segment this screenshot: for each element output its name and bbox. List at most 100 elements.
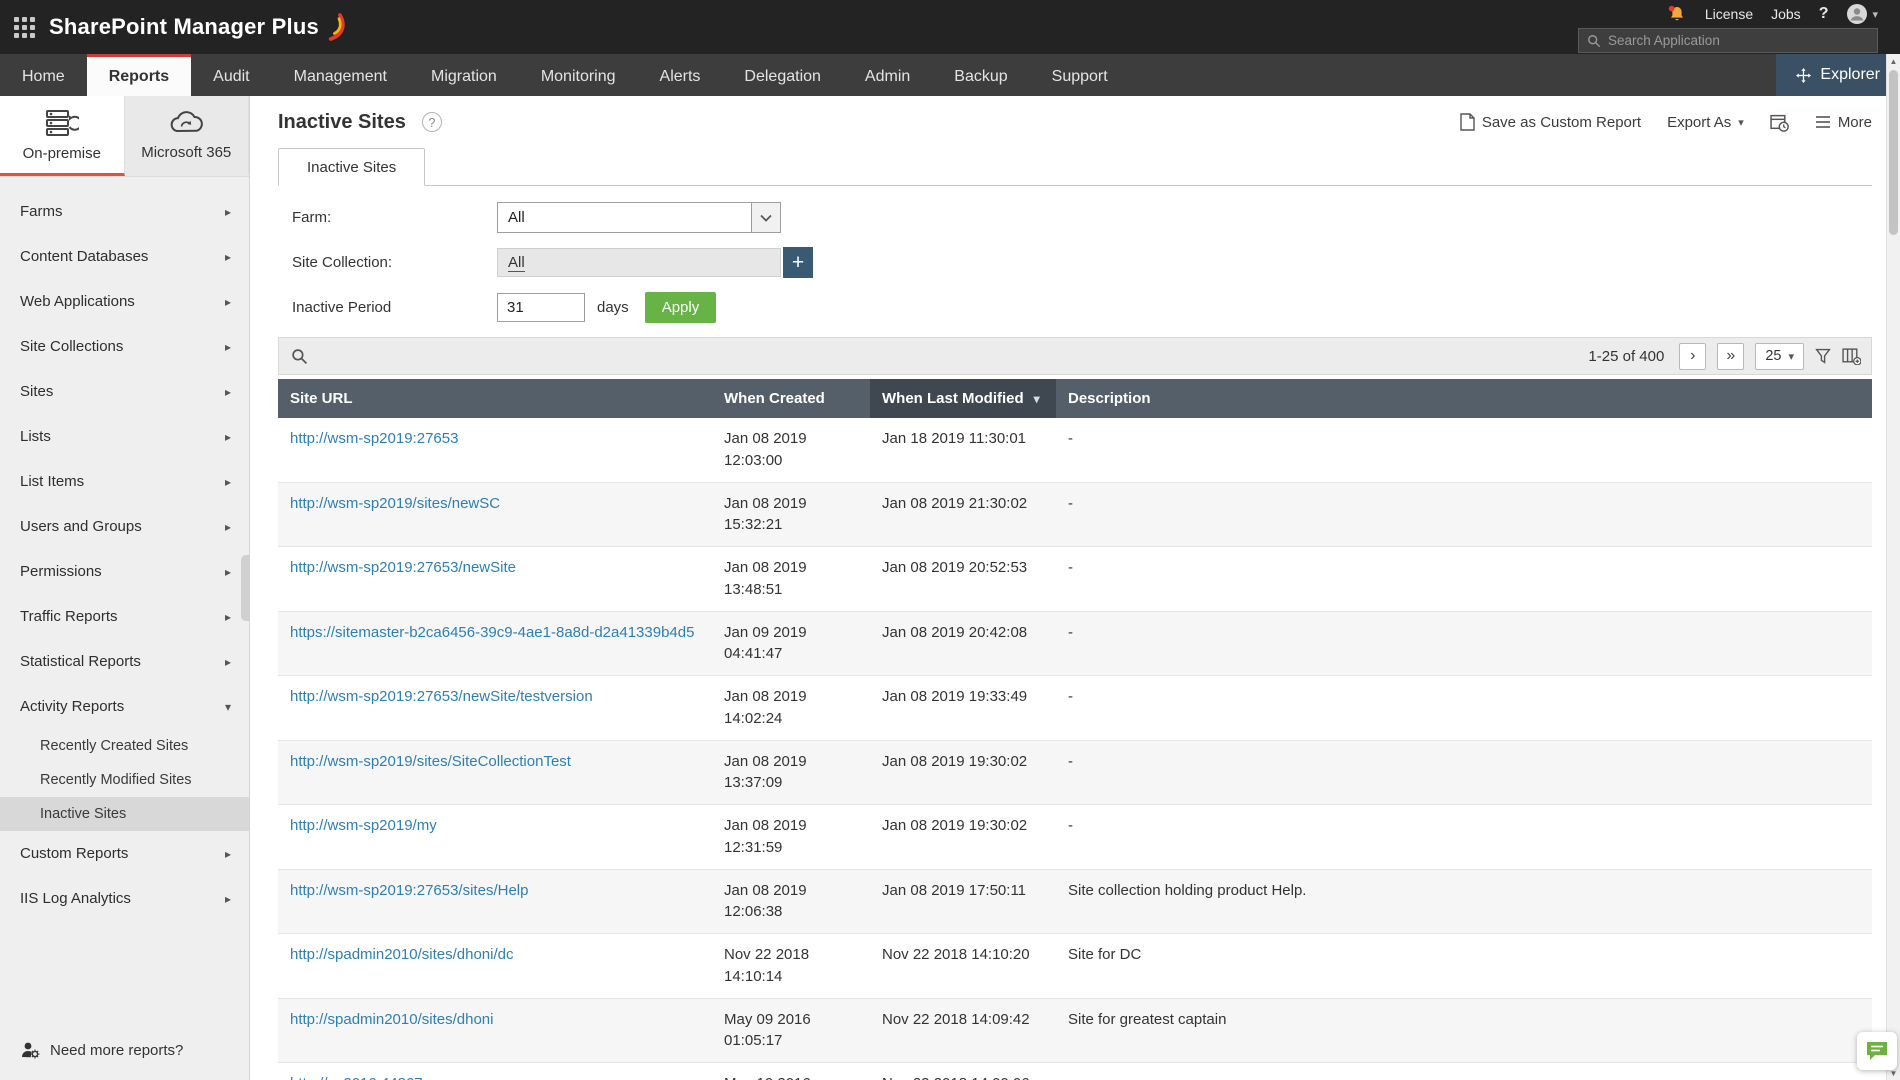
site-url-link[interactable]: http://wsm-sp2019:27653/newSite/testvers… (290, 688, 593, 705)
nav-tab-support[interactable]: Support (1030, 54, 1130, 96)
nav-tab-migration[interactable]: Migration (409, 54, 519, 96)
site-url-cell: http://sp2016:44867 (278, 1062, 712, 1080)
site-url-link[interactable]: http://wsm-sp2019/sites/SiteCollectionTe… (290, 753, 571, 770)
filter-funnel-icon[interactable] (1815, 348, 1831, 364)
feedback-chat-button[interactable] (1857, 1032, 1897, 1070)
save-as-custom-report-button[interactable]: Save as Custom Report (1460, 113, 1641, 131)
nav-tab-home[interactable]: Home (0, 54, 87, 96)
page-help-icon[interactable]: ? (421, 112, 442, 132)
description-cell: - (1056, 1062, 1872, 1080)
sidebar-item-list-items[interactable]: List Items ▸ (0, 459, 249, 504)
need-more-reports[interactable]: Need more reports? (0, 1024, 249, 1080)
jobs-link[interactable]: Jobs (1771, 6, 1801, 22)
page-size-select[interactable]: 25 ▾ (1755, 342, 1804, 370)
sidebar-subitem-recently-created-sites[interactable]: Recently Created Sites (0, 729, 249, 763)
notification-bell-icon[interactable] (1667, 4, 1687, 24)
sidebar-item-web-applications[interactable]: Web Applications ▸ (0, 279, 249, 324)
site-url-link[interactable]: http://wsm-sp2019/sites/newSC (290, 495, 500, 512)
explorer-icon (1796, 67, 1812, 83)
table-search-icon[interactable] (291, 348, 308, 365)
column-header-site-url[interactable]: Site URL (278, 379, 712, 418)
schedule-report-button[interactable] (1770, 113, 1789, 132)
sidebar-item-iis-log-analytics[interactable]: IIS Log Analytics ▸ (0, 876, 249, 921)
farm-select[interactable]: All (497, 202, 781, 233)
nav-tab-backup[interactable]: Backup (932, 54, 1029, 96)
microsoft-365-cloud-icon (170, 110, 204, 132)
site-url-link[interactable]: http://wsm-sp2019:27653 (290, 430, 458, 447)
vertical-scrollbar[interactable]: ▲ ▼ (1886, 54, 1900, 1080)
scroll-up-icon[interactable]: ▲ (1887, 54, 1900, 68)
column-header-when-created[interactable]: When Created (712, 379, 870, 418)
site-url-cell: https://sitemaster-b2ca6456-39c9-4ae1-8a… (278, 611, 712, 676)
pagination-range: 1-25 of 400 (1588, 347, 1665, 365)
when-last-modified-cell: Nov 22 2018 14:10:20 (870, 933, 1056, 999)
column-header-when-last-modified[interactable]: When Last Modified ▾ (870, 379, 1056, 418)
sidebar-item-users-and-groups[interactable]: Users and Groups ▸ (0, 504, 249, 549)
nav-tab-management[interactable]: Management (272, 54, 409, 96)
topbar: SharePoint Manager Plus License Jobs ? ▾… (0, 0, 1900, 54)
nav-tab-reports[interactable]: Reports (86, 54, 192, 96)
tab-inactive-sites[interactable]: Inactive Sites (278, 148, 426, 186)
sidebar-subitem-inactive-sites[interactable]: Inactive Sites (0, 797, 249, 831)
sidebar-item-sites[interactable]: Sites ▸ (0, 369, 249, 414)
table-row: http://sp2016:44867 May 10 201623:20:43No… (278, 1062, 1872, 1080)
sidebar-item-site-collections[interactable]: Site Collections ▸ (0, 324, 249, 369)
scrollbar-thumb[interactable] (1889, 70, 1898, 235)
explorer-button[interactable]: Explorer (1776, 54, 1900, 96)
site-collection-field[interactable]: All (497, 248, 781, 277)
last-page-button[interactable]: » (1717, 342, 1745, 370)
when-last-modified-cell: Jan 18 2019 11:30:01 (870, 418, 1056, 483)
mode-tab-on-premise[interactable]: On-premise (0, 96, 125, 176)
nav-tab-monitoring[interactable]: Monitoring (519, 54, 638, 96)
chevron-right-icon: ▸ (224, 654, 231, 669)
more-button[interactable]: More (1815, 114, 1872, 131)
license-link[interactable]: License (1705, 6, 1753, 22)
chevron-right-icon: ▸ (224, 474, 231, 489)
nav-tab-alerts[interactable]: Alerts (638, 54, 723, 96)
sidebar-collapse-handle[interactable] (241, 555, 250, 621)
column-chooser-icon[interactable] (1842, 347, 1861, 365)
application-search[interactable] (1578, 28, 1878, 53)
mode-tab-microsoft-365[interactable]: Microsoft 365 (124, 96, 249, 176)
chevron-down-icon: ▾ (1738, 116, 1744, 129)
sidebar-item-traffic-reports[interactable]: Traffic Reports ▸ (0, 594, 249, 639)
site-url-link[interactable]: http://spadmin2010/sites/dhoni/dc (290, 946, 513, 963)
sidebar-item-label: IIS Log Analytics (20, 890, 131, 907)
site-collection-value[interactable]: All (508, 254, 525, 272)
description-cell: - (1056, 611, 1872, 676)
sidebar-item-lists[interactable]: Lists ▸ (0, 414, 249, 459)
site-url-cell: http://spadmin2010/sites/dhoni/dc (278, 933, 712, 999)
site-url-link[interactable]: http://sp2016:44867 (290, 1075, 423, 1080)
help-link[interactable]: ? (1819, 5, 1829, 23)
export-as-button[interactable]: Export As ▾ (1667, 114, 1744, 131)
nav-tab-admin[interactable]: Admin (843, 54, 932, 96)
sidebar-item-permissions[interactable]: Permissions ▸ (0, 549, 249, 594)
site-url-link[interactable]: https://sitemaster-b2ca6456-39c9-4ae1-8a… (290, 624, 694, 641)
add-site-collection-button[interactable]: + (783, 247, 813, 278)
search-input[interactable] (1608, 33, 1869, 48)
nav-tab-delegation[interactable]: Delegation (722, 54, 843, 96)
nav-tab-audit[interactable]: Audit (191, 54, 271, 96)
report-table: Site URL When Created When Last Modified ▾ D… (278, 379, 1872, 1080)
column-header-description[interactable]: Description (1056, 379, 1872, 418)
when-created-cell: Jan 08 2019 12:03:00 (712, 418, 870, 483)
when-last-modified-cell: Jan 08 2019 19:30:02 (870, 804, 1056, 870)
chevron-down-icon[interactable] (751, 203, 780, 232)
next-page-button[interactable]: › (1679, 342, 1707, 370)
sidebar-subitem-recently-modified-sites[interactable]: Recently Modified Sites (0, 763, 249, 797)
sidebar-item-statistical-reports[interactable]: Statistical Reports ▸ (0, 639, 249, 684)
sidebar-item-custom-reports[interactable]: Custom Reports ▸ (0, 831, 249, 876)
sidebar-item-farms[interactable]: Farms ▸ (0, 189, 249, 234)
site-url-link[interactable]: http://wsm-sp2019/my (290, 817, 437, 834)
site-url-link[interactable]: http://wsm-sp2019:27653/sites/Help (290, 882, 528, 899)
sidebar-item-activity-reports[interactable]: Activity Reports ▾ (0, 684, 249, 729)
apply-button[interactable]: Apply (644, 292, 717, 323)
chat-bubble-icon (1867, 1042, 1887, 1060)
inactive-period-input[interactable] (497, 293, 585, 322)
apps-grid-icon[interactable] (14, 16, 35, 38)
column-header-label: When Created (724, 390, 825, 407)
user-menu[interactable]: ▾ (1846, 3, 1878, 25)
site-url-link[interactable]: http://wsm-sp2019:27653/newSite (290, 559, 516, 576)
site-url-link[interactable]: http://spadmin2010/sites/dhoni (290, 1011, 493, 1028)
sidebar-item-content-databases[interactable]: Content Databases ▸ (0, 234, 249, 279)
